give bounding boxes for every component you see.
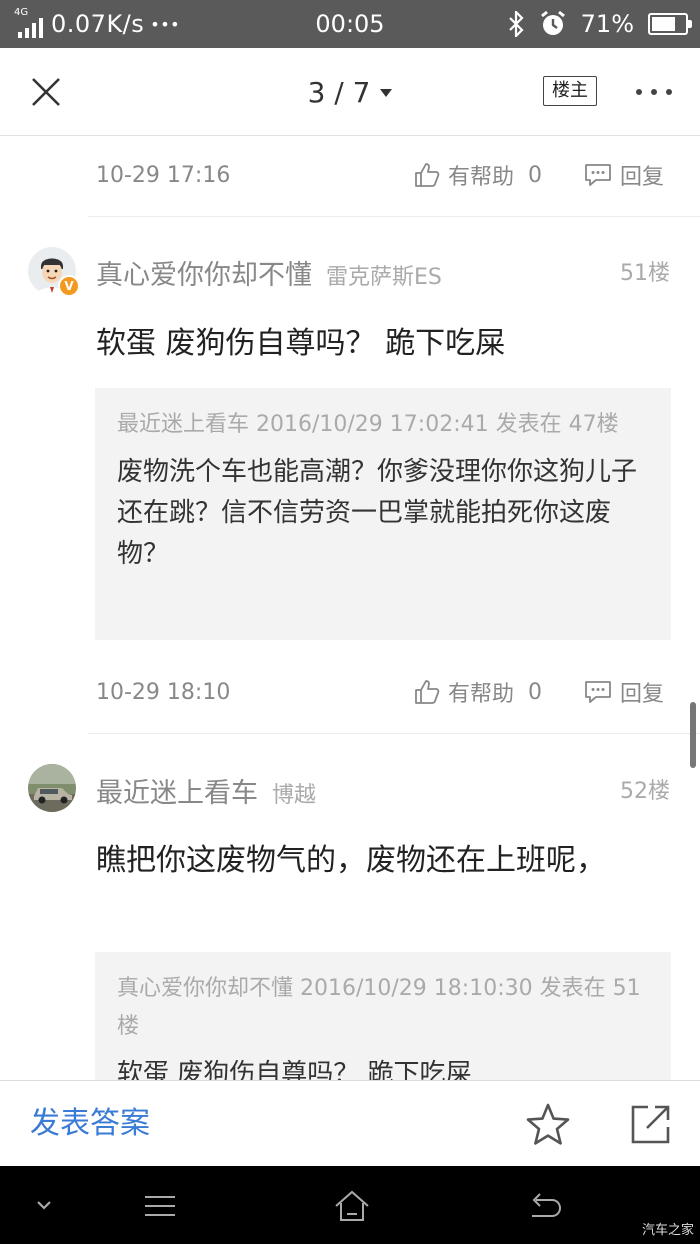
floor-number: 51楼 (620, 261, 670, 286)
only-owner-button[interactable]: 楼主 (543, 76, 597, 106)
top-header: 3 / 7 楼主 (0, 48, 700, 136)
quote-text: 废物洗个车也能高潮？你爹没理你你这狗儿子还在跳？信不信劳资一巴掌就能拍死你这废物… (117, 457, 638, 569)
post-text: 瞧把你这废物气的，废物还在上班呢， (96, 843, 606, 878)
favorite-button[interactable] (524, 1101, 572, 1149)
post-divider (88, 733, 700, 734)
bluetooth-icon (508, 11, 524, 37)
status-bar: 4G 0.07K/s ••• 00:05 71% (0, 0, 700, 48)
menu-button[interactable] (140, 1186, 180, 1226)
page-indicator: 3 / 7 (307, 75, 371, 109)
share-icon (631, 1105, 670, 1144)
comment-icon (585, 681, 611, 703)
helpful-count: 0 (528, 679, 543, 705)
scrollbar-thumb[interactable] (690, 702, 696, 768)
post-divider (88, 216, 700, 217)
helpful-count: 0 (528, 162, 543, 188)
back-button[interactable] (524, 1186, 564, 1226)
bottom-action-bar: 发表答案 (0, 1080, 700, 1166)
post-text: 软蛋 废狗伤自尊吗？ 跪下吃屎 (96, 326, 506, 361)
quote-meta: 真心爱你你却不懂 2016/10/29 18:10:30 发表在 51楼 (117, 976, 641, 1039)
caret-down-icon (380, 89, 393, 97)
author-name[interactable]: 真心爱你你却不懂 (96, 253, 312, 292)
reply-button[interactable]: 回复 (584, 155, 664, 195)
author-line: 真心爱你你却不懂 雷克萨斯ES 51楼 (96, 253, 670, 293)
quoted-post: 最近迷上看车 2016/10/29 17:02:41 发表在 47楼 废物洗个车… (95, 388, 671, 640)
avatar[interactable] (28, 764, 76, 812)
thread-content[interactable]: 10-29 17:16 有帮助 0 回复 V 真心爱你你却不懂 雷克萨斯ES 5… (0, 137, 700, 1080)
quote-meta: 最近迷上看车 2016/10/29 17:02:41 发表在 47楼 (117, 412, 619, 437)
author-car: 雷克萨斯ES (326, 265, 442, 290)
alarm-icon (540, 10, 565, 35)
author-car: 博越 (272, 783, 317, 808)
system-nav-bar: 汽车之家 (0, 1166, 700, 1244)
helpful-button[interactable]: 有帮助 0 (414, 155, 542, 195)
reply-label: 回复 (620, 682, 665, 707)
hide-nav-button[interactable] (24, 1186, 64, 1226)
author-line: 最近迷上看车 博越 52楼 (96, 771, 670, 811)
thumbs-up-icon (415, 163, 440, 187)
chevron-down-icon (37, 1201, 51, 1210)
post-time: 10-29 18:10 (96, 679, 231, 705)
quote-text: 软蛋 废狗伤自尊吗？ 跪下吃屎 (117, 1059, 472, 1080)
avatar[interactable]: V (28, 247, 80, 297)
home-button[interactable] (332, 1186, 372, 1226)
post-footer: 10-29 17:16 有帮助 0 回复 (96, 155, 670, 195)
comment-icon (585, 164, 611, 186)
thumbs-up-icon (415, 680, 440, 704)
share-button[interactable] (628, 1101, 674, 1147)
status-right: 71% (507, 0, 692, 48)
reply-button[interactable]: 回复 (584, 672, 664, 712)
post-answer-button[interactable]: 发表答案 (30, 1081, 150, 1167)
author-name[interactable]: 最近迷上看车 (96, 771, 258, 810)
post-time: 10-29 17:16 (96, 162, 231, 188)
floor-number: 52楼 (620, 779, 670, 804)
menu-icon (145, 1196, 175, 1216)
star-icon (526, 1103, 570, 1145)
watermark: 汽车之家 (641, 1223, 694, 1238)
battery-percent: 71% (580, 10, 634, 38)
reply-label: 回复 (620, 165, 665, 190)
more-icon[interactable] (636, 78, 672, 106)
battery-fill (652, 17, 675, 31)
verified-badge: V (58, 275, 80, 297)
post-footer: 10-29 18:10 有帮助 0 回复 (96, 672, 670, 712)
back-icon (532, 1193, 562, 1217)
home-icon (335, 1190, 369, 1221)
quoted-post: 真心爱你你却不懂 2016/10/29 18:10:30 发表在 51楼 软蛋 … (95, 952, 671, 1080)
helpful-button[interactable]: 有帮助 0 (414, 672, 542, 712)
car-avatar-icon (28, 764, 76, 812)
helpful-label: 有帮助 (448, 682, 515, 707)
battery-icon (648, 13, 692, 35)
helpful-label: 有帮助 (448, 165, 515, 190)
